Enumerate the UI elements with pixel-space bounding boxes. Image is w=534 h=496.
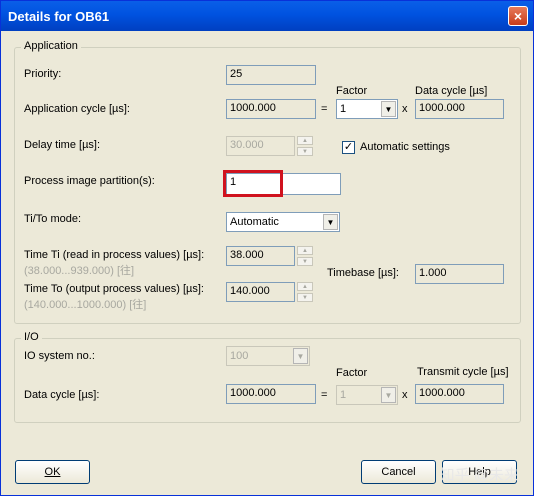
application-cycle-label: Application cycle [µs]: <box>24 103 130 115</box>
cancel-button[interactable]: Cancel <box>361 460 436 484</box>
close-icon: × <box>513 8 523 24</box>
factor-combo[interactable]: 1 ▼ <box>336 99 398 119</box>
highlight-box <box>223 170 283 197</box>
time-to-range: (140.000...1000.000) [往] <box>24 299 147 311</box>
io-data-cycle-label: Data cycle [µs]: <box>24 389 100 401</box>
automatic-settings-checkbox[interactable]: ✓ <box>342 141 355 154</box>
factor-label: Factor <box>336 85 368 97</box>
multiply-sign: x <box>402 103 408 115</box>
io-multiply-sign: x <box>402 389 408 401</box>
io-factor-label: Factor <box>336 367 368 379</box>
close-button[interactable]: × <box>508 6 528 26</box>
io-system-label: IO system no.: <box>24 350 95 362</box>
time-to-label: Time To (output process values) [µs]: <box>24 283 204 295</box>
priority-label: Priority: <box>24 68 62 80</box>
automatic-settings-label: Automatic settings <box>360 141 450 153</box>
transmit-cycle-field: 1000.000 <box>415 384 504 404</box>
ok-button-label: OK <box>44 466 61 478</box>
io-data-cycle-field: 1000.000 <box>226 384 316 404</box>
data-cycle-field: 1000.000 <box>415 99 504 119</box>
time-to-field: 140.000 <box>226 282 295 302</box>
chevron-down-icon: ▼ <box>293 348 308 364</box>
process-image-partition-label: Process image partition(s): <box>24 175 155 187</box>
factor-value: 1 <box>340 103 347 115</box>
io-equals-sign: = <box>321 389 328 401</box>
delay-time-spinner: ▲ ▼ <box>297 136 313 156</box>
io-factor-value: 1 <box>340 389 347 401</box>
time-to-spinner: ▲ ▼ <box>297 282 313 302</box>
time-ti-spinner: ▲ ▼ <box>297 246 313 266</box>
title-bar[interactable]: Details for OB61 × <box>1 1 533 31</box>
application-group-title: Application <box>21 40 81 52</box>
timebase-label: Timebase [µs]: <box>327 267 399 279</box>
delay-time-field: 30.000 <box>226 136 295 156</box>
equals-sign: = <box>321 103 328 115</box>
chevron-down-icon: ▼ <box>381 387 396 403</box>
spin-up-icon: ▲ <box>297 282 313 291</box>
io-system-value: 100 <box>230 350 249 362</box>
data-cycle-label: Data cycle [µs] <box>415 85 488 97</box>
spin-down-icon: ▼ <box>297 147 313 156</box>
tito-mode-combo[interactable]: Automatic ▼ <box>226 212 340 232</box>
dialog-window: Details for OB61 × Application Priority:… <box>0 0 534 496</box>
chevron-down-icon[interactable]: ▼ <box>381 101 396 117</box>
chevron-down-icon[interactable]: ▼ <box>323 214 338 230</box>
io-factor-combo: 1 ▼ <box>336 385 398 405</box>
time-ti-field: 38.000 <box>226 246 295 266</box>
io-system-combo: 100 ▼ <box>226 346 310 366</box>
delay-time-label: Delay time [µs]: <box>24 139 101 151</box>
priority-field: 25 <box>226 65 316 85</box>
transmit-cycle-label: Transmit cycle [µs] <box>417 366 509 378</box>
spin-down-icon: ▼ <box>297 293 313 302</box>
ok-button[interactable]: OK <box>15 460 90 484</box>
timebase-field: 1.000 <box>415 264 504 284</box>
io-group-title: I/O <box>21 331 42 343</box>
spin-up-icon: ▲ <box>297 246 313 255</box>
application-cycle-field: 1000.000 <box>226 99 316 119</box>
spin-up-icon: ▲ <box>297 136 313 145</box>
watermark: 知乎 @未来 <box>439 467 519 484</box>
tito-mode-label: Ti/To mode: <box>24 213 82 225</box>
time-ti-label: Time Ti (read in process values) [µs]: <box>24 249 205 261</box>
cancel-button-label: Cancel <box>381 466 416 478</box>
time-ti-range: (38.000...939.000) [往] <box>24 265 135 277</box>
window-title: Details for OB61 <box>8 9 110 24</box>
tito-mode-value: Automatic <box>230 216 279 228</box>
spin-down-icon: ▼ <box>297 257 313 266</box>
